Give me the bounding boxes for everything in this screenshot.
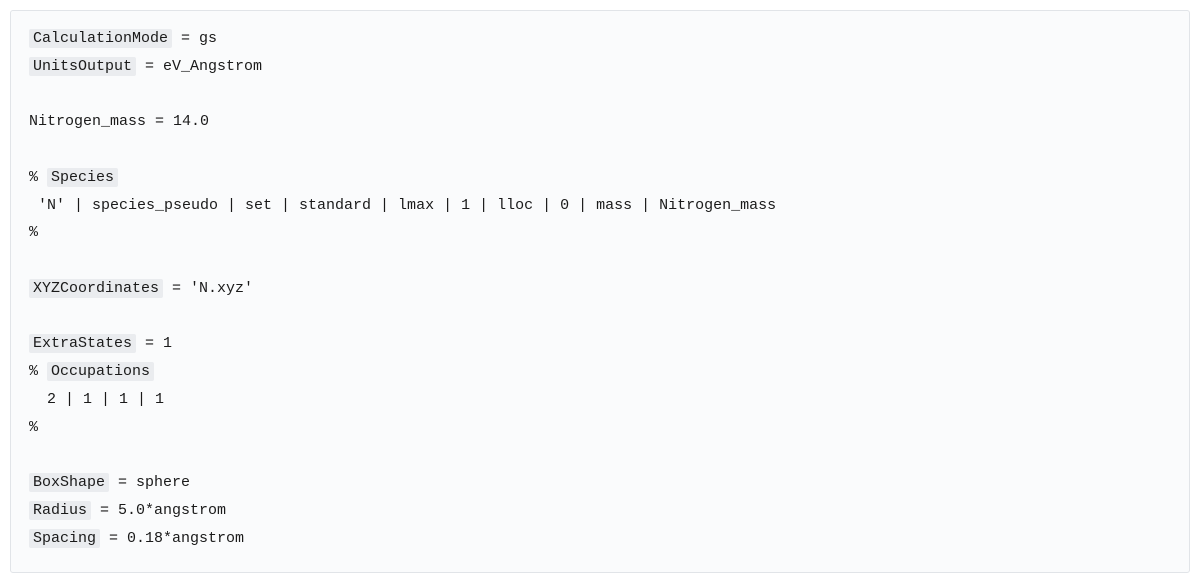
code-line: BoxShape = sphere [29,469,1171,497]
block-name: Occupations [47,362,154,381]
code-text: % [29,169,47,186]
code-line: 'N' | species_pseudo | set | standard | … [29,192,1171,220]
code-line: % [29,414,1171,442]
code-line: % Occupations [29,358,1171,386]
code-text: = 0.18*angstrom [100,530,244,547]
code-line: UnitsOutput = eV_Angstrom [29,53,1171,81]
code-text: = sphere [109,474,190,491]
code-line: CalculationMode = gs [29,25,1171,53]
variable-name: ExtraStates [29,334,136,353]
code-text: = 'N.xyz' [163,280,253,297]
variable-name: BoxShape [29,473,109,492]
variable-name: UnitsOutput [29,57,136,76]
code-line: Spacing = 0.18*angstrom [29,525,1171,553]
variable-name: Radius [29,501,91,520]
code-text: % [29,363,47,380]
code-text: = eV_Angstrom [136,58,262,75]
code-line: Nitrogen_mass = 14.0 [29,108,1171,136]
code-line: 2 | 1 | 1 | 1 [29,386,1171,414]
code-line [29,247,1171,275]
code-line [29,81,1171,109]
block-name: Species [47,168,118,187]
code-text: = gs [172,30,217,47]
code-line [29,441,1171,469]
code-text: = 5.0*angstrom [91,502,226,519]
code-block: CalculationMode = gsUnitsOutput = eV_Ang… [10,10,1190,573]
variable-name: XYZCoordinates [29,279,163,298]
code-line [29,303,1171,331]
variable-name: Spacing [29,529,100,548]
code-line: XYZCoordinates = 'N.xyz' [29,275,1171,303]
code-line: % Species [29,164,1171,192]
code-line: % [29,219,1171,247]
code-line: Radius = 5.0*angstrom [29,497,1171,525]
code-line [29,136,1171,164]
code-text: = 1 [136,335,172,352]
code-line: ExtraStates = 1 [29,330,1171,358]
variable-name: CalculationMode [29,29,172,48]
